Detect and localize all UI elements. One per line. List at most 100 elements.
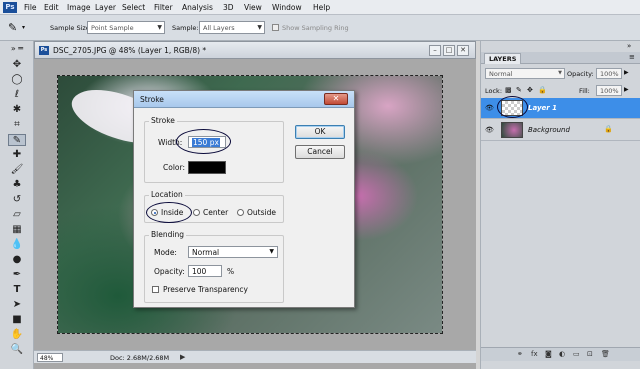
layers-panel-footer: ⚭ fx ◙ ◐ ▭ ⊡ 🗑 xyxy=(481,347,640,361)
document-title: DSC_2705.JPG @ 48% (Layer 1, RGB/8) * xyxy=(53,46,207,55)
blend-mode-value: Normal xyxy=(489,70,513,78)
menu-layer[interactable]: Layer xyxy=(95,3,116,12)
panel-collapse-icon[interactable]: » xyxy=(627,42,631,50)
lasso-tool-icon[interactable]: ℓ xyxy=(8,89,26,101)
eyedropper-tool-preset-icon[interactable]: ✎ xyxy=(8,21,17,34)
menu-3d[interactable]: 3D xyxy=(223,3,234,12)
eyedropper-tool-icon[interactable]: ✎ xyxy=(8,134,26,146)
path-select-tool-icon[interactable]: ➤ xyxy=(8,299,26,311)
brush-tool-icon[interactable]: 🖌 xyxy=(8,164,26,176)
preserve-transparency-checkbox[interactable] xyxy=(152,286,159,293)
document-title-bar[interactable]: Ps DSC_2705.JPG @ 48% (Layer 1, RGB/8) *… xyxy=(34,41,476,59)
shape-tool-icon[interactable]: ■ xyxy=(8,314,26,326)
layer-row[interactable]: 👁 Background 🔒 xyxy=(481,120,640,141)
quick-select-tool-icon[interactable]: ✱ xyxy=(8,104,26,116)
delete-layer-icon[interactable]: 🗑 xyxy=(601,350,610,358)
move-tool-icon[interactable]: ✥ xyxy=(8,59,26,71)
new-group-icon[interactable]: ▭ xyxy=(573,350,580,358)
annotation-ellipse xyxy=(497,96,528,118)
chevron-down-icon: ▼ xyxy=(269,248,274,255)
menu-window[interactable]: Window xyxy=(272,3,302,12)
minimize-icon[interactable]: – xyxy=(429,45,441,56)
photoshop-logo: Ps xyxy=(3,2,17,13)
lock-label: Lock: xyxy=(485,87,503,95)
marquee-tool-icon[interactable]: ◯ xyxy=(8,74,26,86)
hand-tool-icon[interactable]: ✋ xyxy=(8,329,26,341)
eye-icon[interactable]: 👁 xyxy=(485,126,494,134)
clone-stamp-tool-icon[interactable]: ♣ xyxy=(8,179,26,191)
show-ring-label: Show Sampling Ring xyxy=(282,24,349,32)
radio-center[interactable] xyxy=(193,209,200,216)
sample-value: All Layers xyxy=(203,24,235,32)
sample-label: Sample: xyxy=(172,24,199,32)
lock-position-icon[interactable]: ✥ xyxy=(527,86,533,94)
link-layers-icon[interactable]: ⚭ xyxy=(517,350,523,358)
menu-help[interactable]: Help xyxy=(313,3,330,12)
lock-all-icon[interactable]: 🔒 xyxy=(538,86,547,94)
eye-icon[interactable]: 👁 xyxy=(485,104,494,112)
pen-tool-icon[interactable]: ✒ xyxy=(8,269,26,281)
history-brush-tool-icon[interactable]: ↺ xyxy=(8,194,26,206)
outside-label: Outside xyxy=(247,208,276,217)
type-tool-icon[interactable]: T xyxy=(8,284,26,296)
stroke-color-swatch[interactable] xyxy=(188,161,226,174)
radio-outside[interactable] xyxy=(237,209,244,216)
preserve-transparency-label: Preserve Transparency xyxy=(163,285,248,294)
ok-button[interactable]: OK xyxy=(295,125,345,139)
fill-field[interactable]: 100% xyxy=(596,85,622,96)
zoom-field[interactable]: 48% xyxy=(37,353,63,362)
sample-select[interactable]: All Layers ▼ xyxy=(199,21,265,34)
maximize-icon[interactable]: □ xyxy=(443,45,455,56)
menu-image[interactable]: Image xyxy=(67,3,91,12)
gradient-tool-icon[interactable]: ▦ xyxy=(8,224,26,236)
blur-tool-icon[interactable]: 💧 xyxy=(8,239,26,251)
preset-dropdown-icon[interactable]: ▾ xyxy=(22,24,25,31)
close-icon[interactable]: ✕ xyxy=(457,45,469,56)
lock-icon: 🔒 xyxy=(604,125,613,133)
fill-slider-icon[interactable]: ▶ xyxy=(624,86,629,93)
blend-mode-select[interactable]: Normal ▼ xyxy=(485,68,565,79)
layers-panel-header: LAYERS ≡ xyxy=(481,52,640,64)
panel-menu-icon[interactable]: ≡ xyxy=(629,53,635,61)
layer-mask-icon[interactable]: ◙ xyxy=(545,350,552,358)
tab-layers[interactable]: LAYERS xyxy=(484,53,522,64)
menu-analysis[interactable]: Analysis xyxy=(182,3,213,12)
sample-size-select[interactable]: Point Sample ▼ xyxy=(87,21,165,34)
healing-tool-icon[interactable]: ✚ xyxy=(8,149,26,161)
toolbox: » ═ ✥ ◯ ℓ ✱ ⌗ ✎ ✚ 🖌 ♣ ↺ ▱ ▦ 💧 ● ✒ T ➤ ■ … xyxy=(0,41,34,369)
mode-label: Mode: xyxy=(154,248,177,257)
menu-file[interactable]: File xyxy=(24,3,37,12)
lock-image-icon[interactable]: ✎ xyxy=(516,86,522,94)
adjustment-layer-icon[interactable]: ◐ xyxy=(559,350,565,358)
eraser-tool-icon[interactable]: ▱ xyxy=(8,209,26,221)
status-arrow-icon[interactable]: ▶ xyxy=(180,353,185,361)
mode-select[interactable]: Normal ▼ xyxy=(188,246,278,258)
layer-opacity-field[interactable]: 100% xyxy=(596,68,622,79)
zoom-tool-icon[interactable]: 🔍 xyxy=(8,344,26,356)
new-layer-icon[interactable]: ⊡ xyxy=(587,350,593,358)
dialog-title-bar[interactable]: Stroke ✕ xyxy=(134,91,354,108)
close-icon[interactable]: ✕ xyxy=(324,93,348,105)
doc-size-info[interactable]: Doc: 2.68M/2.68M xyxy=(110,354,169,362)
annotation-ellipse xyxy=(146,202,192,223)
cancel-button[interactable]: Cancel xyxy=(295,145,345,159)
menu-edit[interactable]: Edit xyxy=(44,3,59,12)
opacity-unit: % xyxy=(227,267,235,276)
status-bar: 48% Doc: 2.68M/2.68M ▶ xyxy=(34,350,476,363)
crop-tool-icon[interactable]: ⌗ xyxy=(8,119,26,131)
chevron-down-icon: ▼ xyxy=(157,24,162,31)
show-ring-checkbox[interactable] xyxy=(272,24,279,31)
menu-view[interactable]: View xyxy=(244,3,262,12)
layer-style-icon[interactable]: fx xyxy=(531,350,538,358)
menu-select[interactable]: Select xyxy=(122,3,145,12)
dodge-tool-icon[interactable]: ● xyxy=(8,254,26,266)
sample-size-label: Sample Size: xyxy=(50,24,92,32)
menu-bar: Ps File Edit Image Layer Select Filter A… xyxy=(0,0,640,15)
toolbox-collapse-icon[interactable]: » ═ xyxy=(8,45,26,53)
lock-transparent-icon[interactable]: ▩ xyxy=(505,86,512,94)
stroke-dialog: Stroke ✕ Stroke Width: 150 px Color: Loc… xyxy=(133,90,355,308)
menu-filter[interactable]: Filter xyxy=(154,3,173,12)
opacity-slider-icon[interactable]: ▶ xyxy=(624,69,629,76)
opacity-field[interactable]: 100 xyxy=(188,265,222,277)
layers-panel: » LAYERS ≡ Normal ▼ Opacity: 100% ▶ Lock… xyxy=(480,41,640,369)
